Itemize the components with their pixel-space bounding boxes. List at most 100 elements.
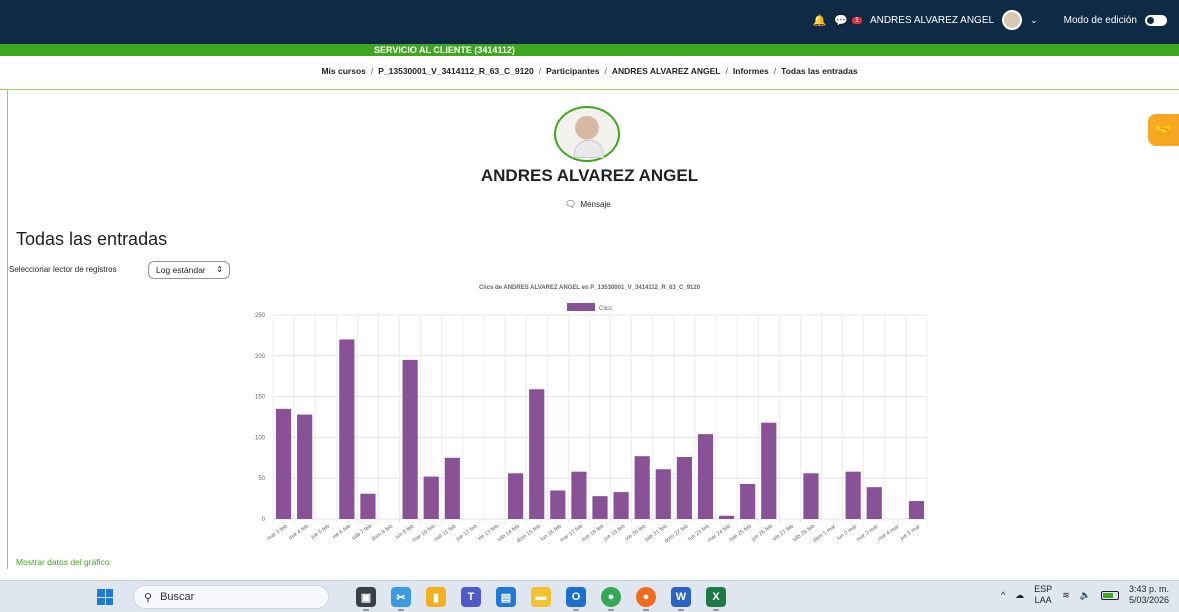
store-icon[interactable]: ▤ xyxy=(496,587,516,607)
outlook-icon[interactable]: O xyxy=(566,587,586,607)
bar xyxy=(592,496,608,519)
bar xyxy=(529,389,545,519)
chevron-up-icon[interactable]: ^ xyxy=(1001,590,1005,600)
handshake-icon[interactable]: 🤝 xyxy=(1148,114,1179,146)
bar xyxy=(275,408,292,519)
clock-date: 5/03/2026 xyxy=(1128,595,1169,605)
y-tick-label: 200 xyxy=(255,354,266,360)
user-avatar[interactable] xyxy=(1002,10,1023,30)
x-tick-label: jue 5 feb xyxy=(309,524,331,542)
windows-taskbar: ⚲ Buscar ▣ ✂ ▮ T ▤ ▬ O ● ● W X ^ ☁ ESP L… xyxy=(0,580,1179,612)
bar xyxy=(718,515,735,519)
x-tick-label: mié 11 feb xyxy=(433,524,457,543)
user-name[interactable]: ANDRES ALVAREZ ANGEL xyxy=(870,15,994,26)
language-indicator[interactable]: ESP LAA xyxy=(1034,584,1052,606)
log-reader-value: Log estándar xyxy=(156,265,206,275)
bar xyxy=(339,339,355,519)
bar xyxy=(423,476,439,519)
edit-mode-toggle[interactable] xyxy=(1145,14,1167,26)
x-tick-label: jue 19 feb xyxy=(602,524,626,543)
message-link[interactable]: 🗨 Mensaje xyxy=(565,199,611,210)
bar xyxy=(845,471,861,519)
bar xyxy=(297,414,313,519)
select-caret-icon: ⇕ xyxy=(216,265,223,274)
y-tick-label: 50 xyxy=(258,476,265,482)
wifi-icon[interactable]: ≋ xyxy=(1062,590,1070,601)
bar xyxy=(676,456,692,519)
bar xyxy=(508,473,524,519)
bar xyxy=(550,490,566,519)
clock[interactable]: 3:43 p. m. 5/03/2026 xyxy=(1129,584,1169,606)
messages-icon[interactable]: 💬 xyxy=(834,14,848,27)
breadcrumb-separator: / xyxy=(604,66,607,76)
show-chart-data-link[interactable]: Mostrar datos del gráfico xyxy=(16,557,110,567)
running-indicator xyxy=(398,609,404,611)
breadcrumb-participants[interactable]: Participantes xyxy=(546,66,599,76)
x-tick-label: dom 22 feb xyxy=(664,524,690,545)
profile-name: ANDRES ALVAREZ ANGEL xyxy=(480,166,699,185)
cloud-icon[interactable]: ☁ xyxy=(1015,590,1024,601)
edit-mode-label: Modo de edición xyxy=(1063,14,1137,26)
bar xyxy=(634,456,650,519)
battery-icon[interactable] xyxy=(1100,590,1119,600)
taskbar-search-label: Buscar xyxy=(160,591,195,603)
x-tick-label: mar 17 feb xyxy=(559,524,584,544)
y-tick-label: 0 xyxy=(262,517,266,523)
log-reader-select[interactable]: Log estándar ⇕ xyxy=(148,261,230,279)
chrome-icon[interactable]: ● xyxy=(601,587,621,607)
excel-icon[interactable]: X xyxy=(706,587,726,607)
teams-icon[interactable]: T xyxy=(461,587,481,607)
legend-label: Clics xyxy=(599,306,612,312)
x-tick-label: jue 5 mar xyxy=(899,524,922,543)
breadcrumb-course[interactable]: P_13530001_V_3414112_R_63_C_9120 xyxy=(378,66,534,76)
user-menu-area: 🔔 💬 1 ANDRES ALVAREZ ANGEL ⌄ Modo de edi… xyxy=(813,10,1167,30)
message-label: Mensaje xyxy=(580,200,611,209)
breadcrumb-user[interactable]: ANDRES ALVAREZ ANGEL xyxy=(612,66,721,76)
system-tray: ^ ☁ ESP LAA ≋ 🔈 3:43 p. m. 5/03/2026 xyxy=(1001,584,1169,606)
x-tick-label: dom 1 mar xyxy=(812,524,837,544)
task-view-icon[interactable]: ▣ xyxy=(356,587,376,607)
running-indicator xyxy=(643,609,649,611)
x-tick-label: mar 3 feb xyxy=(266,524,288,542)
running-indicator xyxy=(713,609,719,611)
power-bi-icon[interactable]: ▮ xyxy=(426,587,446,607)
bar xyxy=(360,493,376,519)
x-tick-label: jue 26 feb xyxy=(750,524,774,543)
running-indicator xyxy=(363,609,369,611)
clock-time: 3:43 p. m. xyxy=(1128,584,1169,594)
taskbar-search[interactable]: ⚲ Buscar xyxy=(133,585,329,609)
course-banner: SERVICIO AL CLIENTE (3414112) xyxy=(0,44,1179,56)
word-icon[interactable]: W xyxy=(671,587,691,607)
chevron-down-icon[interactable]: ⌄ xyxy=(1030,15,1038,26)
bar xyxy=(697,434,714,519)
search-icon: ⚲ xyxy=(144,591,153,604)
firefox-icon[interactable]: ● xyxy=(636,587,656,607)
file-explorer-icon[interactable]: ▬ xyxy=(531,587,551,607)
chart-title-text: Clics de ANDRES ALVAREZ ANGEL en P_13530… xyxy=(478,285,701,291)
breadcrumb-separator: / xyxy=(773,66,777,76)
y-tick-label: 250 xyxy=(255,313,266,319)
volume-icon[interactable]: 🔈 xyxy=(1080,590,1091,601)
bar xyxy=(655,469,671,519)
x-tick-label: mié 4 feb xyxy=(288,524,310,542)
bar xyxy=(908,501,925,519)
y-tick-label: 100 xyxy=(255,435,266,441)
x-tick-label: dom 15 feb xyxy=(516,524,542,545)
breadcrumb-mis-cursos[interactable]: Mis cursos xyxy=(321,66,365,76)
bar xyxy=(866,487,882,519)
bell-icon[interactable]: 🔔 xyxy=(813,14,827,27)
windows-start-icon[interactable] xyxy=(97,589,113,605)
x-tick-label: mar 10 feb xyxy=(411,524,436,544)
snipping-tool-icon[interactable]: ✂ xyxy=(391,587,411,607)
bar xyxy=(803,473,819,519)
breadcrumb-reports[interactable]: Informes xyxy=(733,66,769,76)
bar xyxy=(571,471,587,519)
x-tick-label: dom 8 feb xyxy=(371,524,394,543)
log-reader-label: Seleccionar lector de registros xyxy=(9,265,117,274)
left-border xyxy=(7,89,8,569)
running-indicator xyxy=(678,609,684,611)
profile-avatar xyxy=(554,106,620,162)
language-top: ESP xyxy=(1034,584,1053,594)
bar xyxy=(613,492,629,519)
breadcrumb-separator: / xyxy=(370,66,374,76)
